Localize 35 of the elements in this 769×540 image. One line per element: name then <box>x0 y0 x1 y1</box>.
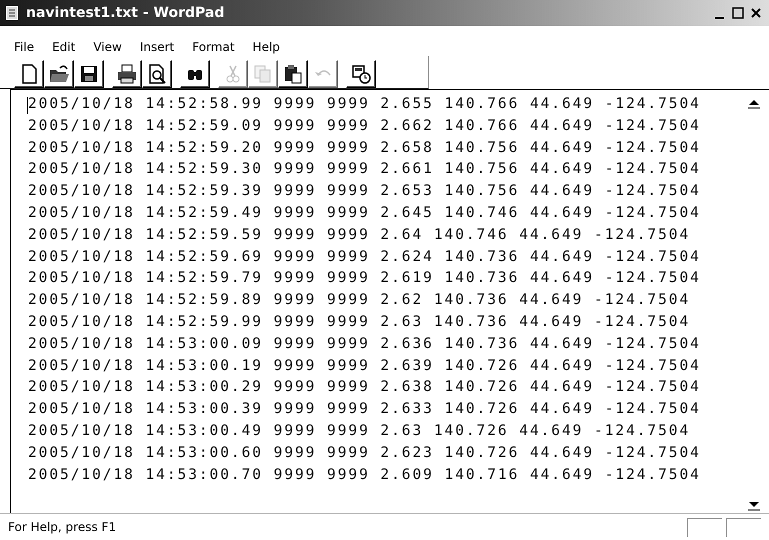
text-line: 2005/10/18 14:52:59.79 9999 9999 2.619 140.736 44.649 -124.7504 <box>28 269 701 288</box>
document-area[interactable] <box>10 89 769 513</box>
text-line: 2005/10/18 14:52:59.99 9999 9999 2.63 140.736 44.649 -124.7504 <box>28 312 692 332</box>
text-line: 2005/10/18 14:53:00.29 9999 9999 2.638 140.726 44.649 -124.7504 <box>28 378 701 398</box>
text-line: 2005/10/18 14:52:59.69 9999 9999 2.624 140.736 44.649 -124.7504 <box>28 248 701 267</box>
status-text: For Help, press F1 <box>8 520 116 534</box>
menu-item[interactable]: Insert <box>140 40 174 54</box>
document-icon <box>6 6 18 20</box>
text-line: 2005/10/18 14:52:59.39 9999 9999 2.653 140.756 44.649 -124.7504 <box>28 182 701 202</box>
window-title: navintest1.txt - WordPad <box>26 5 224 21</box>
clipboard-icon[interactable] <box>278 60 308 88</box>
text-line: 2005/10/18 14:53:00.49 9999 9999 2.63 140.726 44.649 -124.7504 <box>28 422 692 441</box>
text-line: 2005/10/18 14:52:59.30 9999 9999 2.661 140.756 44.649 -124.7504 <box>28 160 701 180</box>
status-pane <box>726 518 761 536</box>
status-pane <box>687 518 722 536</box>
text-line: 2005/10/18 14:53:00.09 9999 9999 2.636 140.736 44.649 -124.7504 <box>28 334 701 354</box>
text-line: 2005/10/18 14:53:00.39 9999 9999 2.633 140.726 44.649 -124.7504 <box>28 400 701 420</box>
maximize-icon[interactable] <box>731 6 745 20</box>
text-line: 2005/10/18 14:52:59.49 9999 9999 2.645 140.746 44.649 -124.7504 <box>28 204 701 223</box>
menu-item[interactable]: Help <box>252 40 280 54</box>
text-line: 2005/10/18 14:52:58.99 9999 9999 2.655 140.766 44.649 -124.7504 <box>28 95 701 114</box>
magnifier-page-icon[interactable] <box>142 60 172 88</box>
menu-item[interactable]: Edit <box>52 40 76 54</box>
text-line: 2005/10/18 14:52:59.09 9999 9999 2.662 140.766 44.649 -124.7504 <box>28 116 701 136</box>
menu-item[interactable]: View <box>93 40 122 54</box>
text-line: 2005/10/18 14:53:00.60 9999 9999 2.623 140.726 44.649 -124.7504 <box>28 444 701 463</box>
close-icon[interactable] <box>749 6 763 20</box>
text-line: 2005/10/18 14:53:00.70 9999 9999 2.609 140.716 44.649 -124.7504 <box>28 466 701 485</box>
text-line: 2005/10/18 14:52:59.89 9999 9999 2.62 140.736 44.649 -124.7504 <box>28 291 692 310</box>
text-line: 2005/10/18 14:53:00.19 9999 9999 2.639 140.726 44.649 -124.7504 <box>28 356 701 376</box>
menu-item[interactable]: Format <box>192 40 235 54</box>
text-line: 2005/10/18 14:52:59.20 9999 9999 2.658 140.756 44.649 -124.7504 <box>28 138 701 158</box>
text-line: 2005/10/18 14:52:59.59 9999 9999 2.64 140.746 44.649 -124.7504 <box>28 226 692 245</box>
menu-item[interactable]: File <box>14 40 34 54</box>
folder-icon[interactable] <box>44 60 74 88</box>
